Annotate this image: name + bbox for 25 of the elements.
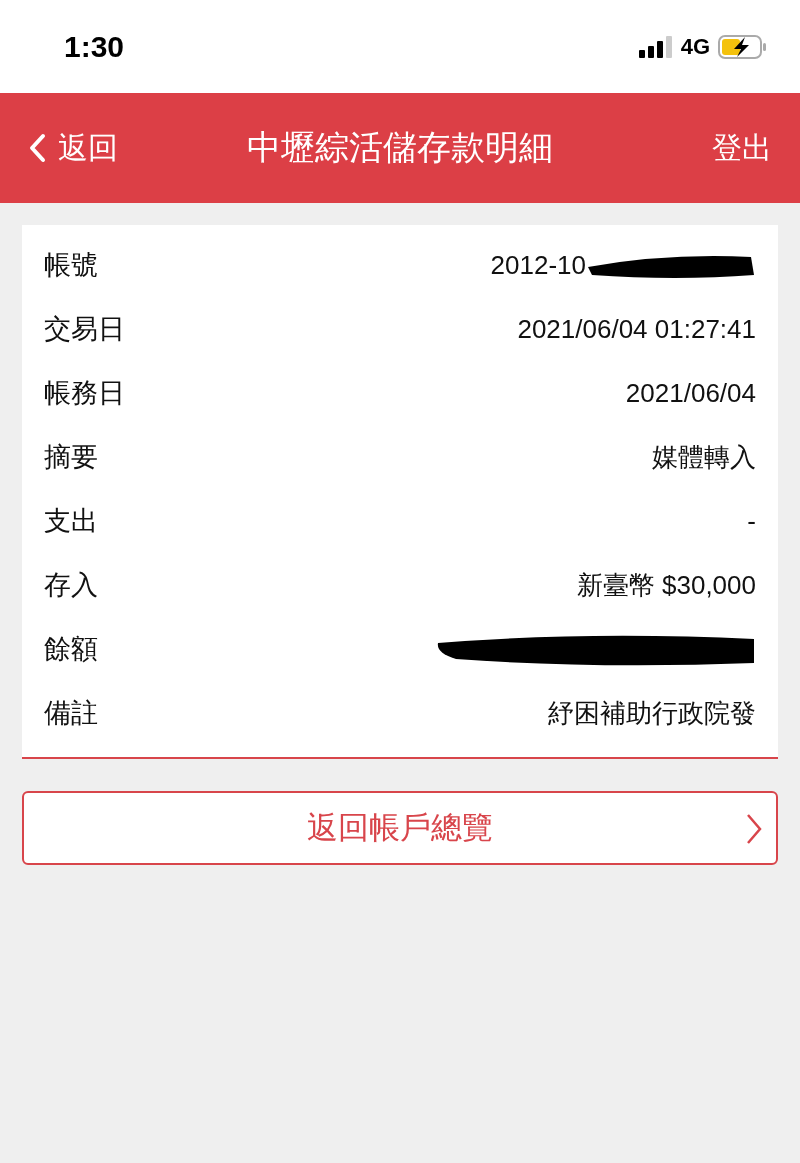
field-value: 2012-10	[490, 249, 586, 281]
logout-button[interactable]: 登出	[712, 127, 772, 169]
field-value: 2021/06/04 01:27:41	[517, 313, 756, 345]
field-label: 帳務日	[44, 377, 125, 410]
battery-charging-icon	[718, 34, 768, 59]
field-value: 2021/06/04	[625, 377, 756, 409]
status-time: 1:30	[64, 29, 125, 64]
signal-icon	[638, 35, 673, 58]
field-label: 備註	[44, 697, 98, 730]
account-overview-button[interactable]: 返回帳戶總覽	[22, 791, 778, 865]
field-label: 帳號	[44, 249, 98, 282]
field-value: 紓困補助行政院發	[548, 696, 756, 730]
chevron-left-icon	[28, 133, 46, 163]
field-label: 交易日	[44, 313, 125, 346]
page-title: 中壢綜活儲存款明細	[247, 127, 553, 168]
field-value: 新臺幣 $30,000	[576, 568, 756, 602]
back-button[interactable]: 返回	[28, 127, 118, 169]
field-label: 摘要	[44, 441, 98, 474]
field-label: 餘額	[44, 633, 98, 666]
field-label: 存入	[44, 569, 98, 602]
field-label: 支出	[44, 505, 98, 538]
network-label: 4G	[680, 33, 710, 60]
field-value: 媒體轉入	[652, 440, 756, 474]
chevron-right-icon	[746, 813, 762, 845]
field-value: -	[747, 505, 756, 537]
